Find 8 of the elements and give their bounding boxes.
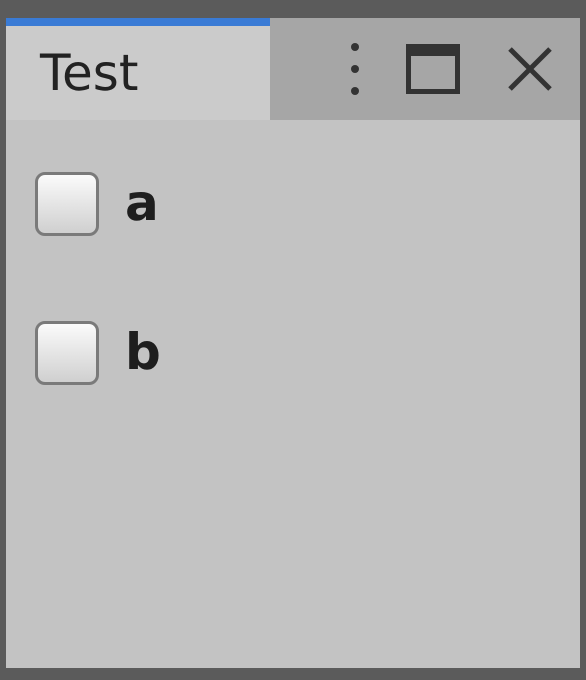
- checkbox[interactable]: [35, 172, 99, 236]
- maximize-icon[interactable]: [406, 44, 460, 94]
- checkbox-label: b: [125, 322, 161, 383]
- more-options-icon[interactable]: [350, 41, 360, 97]
- checkbox[interactable]: [35, 320, 99, 384]
- close-icon[interactable]: [506, 45, 554, 93]
- window-tab[interactable]: Test: [6, 18, 270, 120]
- checkbox-label: a: [125, 173, 159, 234]
